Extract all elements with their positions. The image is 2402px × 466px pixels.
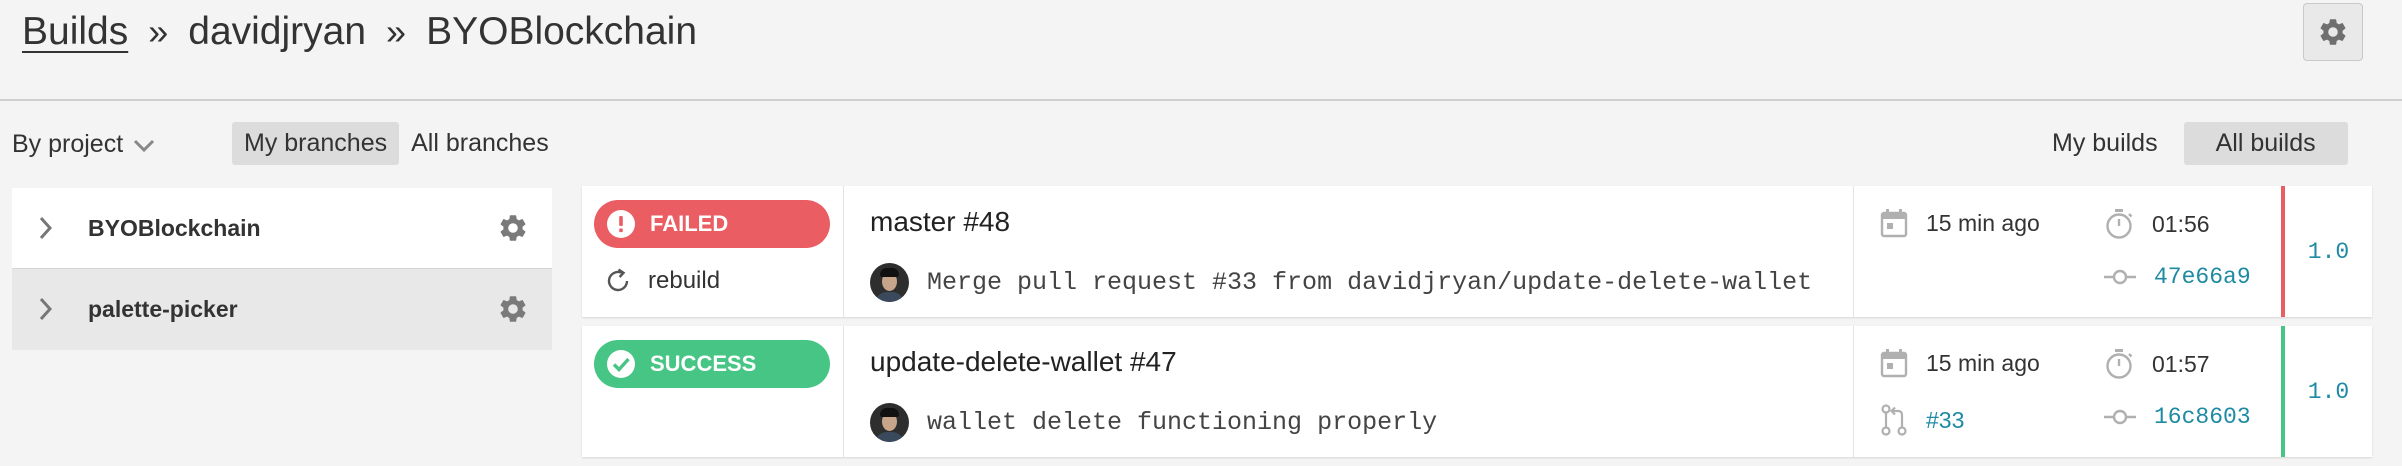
- build-title[interactable]: update-delete-wallet #47: [870, 346, 1177, 378]
- status-label: SUCCESS: [650, 351, 757, 376]
- pull-request-icon: [1880, 404, 1908, 436]
- build-meta-column: 15 min ago 01:57 #33 16c8603: [1854, 326, 2281, 457]
- build-duration: 01:57: [2104, 348, 2210, 380]
- gear-icon[interactable]: [497, 293, 529, 325]
- tab-my-builds[interactable]: My builds: [2036, 122, 2174, 165]
- project-name: BYOBlockchain: [88, 214, 261, 241]
- build-title[interactable]: master #48: [870, 206, 1010, 238]
- chevron-down-icon: [134, 139, 155, 153]
- tab-all-branches[interactable]: All branches: [399, 122, 561, 165]
- breadcrumb-separator: »: [386, 11, 407, 52]
- pull-request-link[interactable]: #33: [1880, 404, 1964, 436]
- build-meta-column: 15 min ago 01:56 47e66a9: [1854, 186, 2281, 317]
- project-name: palette-picker: [88, 296, 238, 322]
- breadcrumb-builds-link[interactable]: Builds: [22, 10, 128, 54]
- version-label: 1.0: [2307, 378, 2350, 405]
- breadcrumb: Builds » davidjryan » BYOBlockchain: [22, 4, 697, 60]
- stopwatch-icon: [2104, 208, 2134, 240]
- time-ago: 15 min ago: [1926, 349, 2040, 376]
- status-badge: SUCCESS: [594, 340, 830, 388]
- build-card[interactable]: FAILED rebuild master #48 Merge pull req…: [582, 186, 2372, 317]
- status-label: FAILED: [650, 211, 729, 236]
- duration: 01:56: [2152, 210, 2210, 237]
- build-filter-tabs: My builds All builds: [2036, 122, 2348, 165]
- build-time: 15 min ago: [1880, 208, 2040, 238]
- project-sidebar: BYOBlockchain palette-picker: [12, 188, 552, 350]
- commit-icon: [2104, 407, 2136, 427]
- breadcrumb-owner: davidjryan: [188, 10, 367, 53]
- chevron-right-icon[interactable]: [38, 215, 54, 241]
- version-label: 1.0: [2307, 238, 2350, 265]
- build-duration: 01:56: [2104, 208, 2210, 240]
- commit-message: wallet delete functioning properly: [927, 407, 1438, 437]
- stopwatch-icon: [2104, 348, 2134, 380]
- duration: 01:57: [2152, 350, 2210, 377]
- breadcrumb-repo: BYOBlockchain: [426, 10, 698, 53]
- avatar: [870, 262, 909, 302]
- settings-button[interactable]: [2303, 3, 2363, 61]
- refresh-icon: [604, 267, 632, 295]
- tab-my-branches[interactable]: My branches: [232, 122, 400, 165]
- build-card[interactable]: SUCCESS update-delete-wallet #47 wallet …: [582, 326, 2372, 457]
- build-status-column: FAILED rebuild: [582, 186, 844, 317]
- calendar-icon: [1880, 208, 1908, 238]
- build-time: 15 min ago: [1880, 348, 2040, 378]
- commit-hash: 16c8603: [2154, 404, 2251, 430]
- rebuild-label: rebuild: [648, 267, 721, 294]
- commit-icon: [2104, 267, 2136, 287]
- exclamation-icon: [606, 209, 636, 239]
- sidebar-item-byoblockchain[interactable]: BYOBlockchain: [12, 188, 552, 269]
- tab-all-builds[interactable]: All builds: [2183, 122, 2348, 165]
- calendar-icon: [1880, 348, 1908, 378]
- build-info-column: update-delete-wallet #47 wallet delete f…: [844, 326, 1854, 457]
- commit-message: Merge pull request #33 from davidjryan/u…: [927, 267, 1813, 297]
- rebuild-button[interactable]: rebuild: [604, 264, 720, 298]
- time-ago: 15 min ago: [1926, 209, 2040, 236]
- commit-info: Merge pull request #33 from davidjryan/u…: [870, 262, 1812, 302]
- chevron-right-icon[interactable]: [38, 296, 54, 322]
- commit-info: wallet delete functioning properly: [870, 402, 1437, 442]
- branch-filter-tabs: My branches All branches: [232, 122, 561, 165]
- gear-icon: [2320, 19, 2346, 45]
- commit-hash: 47e66a9: [2154, 264, 2251, 290]
- pr-number: #33: [1926, 406, 1965, 433]
- breadcrumb-separator: »: [148, 11, 169, 52]
- build-info-column: master #48 Merge pull request #33 from d…: [844, 186, 1854, 317]
- group-by-dropdown[interactable]: By project: [12, 126, 155, 162]
- status-badge: FAILED: [594, 200, 830, 248]
- commit-link[interactable]: 47e66a9: [2104, 264, 2251, 290]
- group-by-label: By project: [12, 129, 124, 158]
- commit-link[interactable]: 16c8603: [2104, 404, 2251, 430]
- sidebar-item-palette-picker[interactable]: palette-picker: [12, 269, 552, 350]
- check-icon: [606, 349, 636, 379]
- avatar: [870, 402, 909, 442]
- gear-icon[interactable]: [497, 212, 529, 244]
- page-header: Builds » davidjryan » BYOBlockchain: [0, 0, 2402, 101]
- build-status-column: SUCCESS: [582, 326, 844, 457]
